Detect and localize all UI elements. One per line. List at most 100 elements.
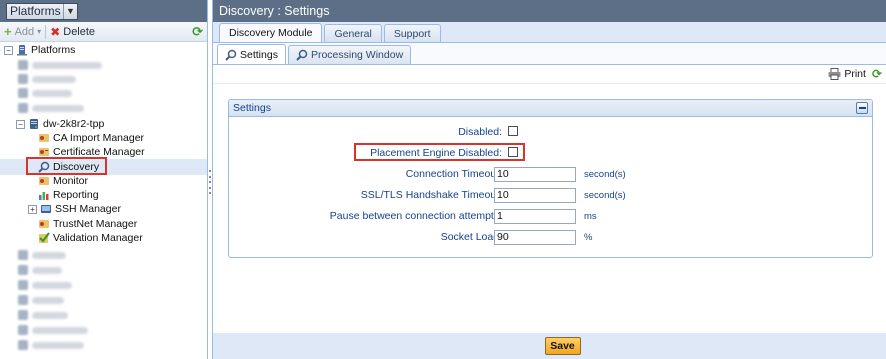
tree-node-label: CA Import Manager (53, 132, 145, 144)
chevron-down-icon[interactable]: ▼ (63, 3, 77, 19)
add-button[interactable]: + Add ▾ (4, 24, 41, 39)
server-icon (18, 74, 28, 84)
disabled-checkbox[interactable] (508, 126, 518, 136)
trustnet-icon (38, 218, 50, 230)
server-icon (18, 340, 28, 350)
tab-settings[interactable]: Settings (217, 44, 286, 64)
server-icon (18, 310, 28, 320)
server-icon (28, 118, 40, 130)
connection-timeout-input[interactable] (494, 166, 576, 182)
server-icon (18, 60, 28, 70)
form-footer: Save (213, 333, 886, 359)
platform-tree: − Platforms − dw-2k8r2-tpp CA Import Man… (0, 43, 207, 359)
tree-node-redacted[interactable] (18, 248, 66, 262)
add-button-label: Add (14, 25, 35, 38)
tree-node-redacted[interactable] (18, 308, 68, 322)
fieldset-title: Settings (233, 102, 271, 114)
tree-node-label: Platforms (31, 44, 76, 56)
tree-node-ca-import-manager[interactable]: CA Import Manager (38, 131, 144, 145)
tree-node-trustnet-manager[interactable]: TrustNet Manager (38, 217, 137, 231)
redacted-label (32, 326, 88, 334)
collapse-icon[interactable]: − (4, 45, 13, 55)
platform-select-value: Platforms (10, 4, 61, 18)
tree-node-label: Monitor (53, 175, 89, 187)
module-tabs: Discovery Module General Support (213, 22, 886, 43)
server-icon (18, 88, 28, 98)
save-button[interactable]: Save (544, 337, 581, 355)
tab-support[interactable]: Support (383, 24, 441, 42)
tab-settings-label: Settings (240, 48, 278, 61)
socket-load-input[interactable] (494, 229, 576, 245)
handshake-timeout-input[interactable] (494, 187, 576, 203)
tree-node-redacted[interactable] (18, 293, 64, 307)
handshake-timeout-row: SSL/TLS Handshake Timeout: second(s) (229, 187, 874, 203)
refresh-icon[interactable]: ⟳ (192, 24, 203, 40)
collapse-icon[interactable]: − (16, 119, 25, 129)
placement-engine-row: Placement Engine Disabled: (229, 145, 874, 161)
server-icon (18, 280, 28, 290)
server-icon (18, 103, 28, 113)
tree-node-monitor[interactable]: Monitor (38, 174, 88, 188)
right-panel: Discovery : Settings Discovery Module Ge… (212, 0, 886, 359)
fieldset-header: Settings (229, 100, 872, 117)
redacted-label (32, 341, 84, 349)
tab-general[interactable]: General (324, 24, 382, 42)
pause-input[interactable] (494, 208, 576, 224)
socket-load-unit: % (584, 231, 593, 243)
disabled-row: Disabled: (229, 124, 874, 140)
tree-node-redacted[interactable] (18, 58, 102, 72)
tree-node-label: Reporting (53, 189, 99, 201)
tree-node-redacted[interactable] (18, 72, 76, 86)
refresh-icon[interactable]: ⟳ (872, 67, 882, 81)
tree-node-redacted[interactable] (18, 323, 88, 337)
redacted-label (32, 61, 102, 69)
tree-node-ssh-manager[interactable]: + SSH Manager (28, 202, 121, 216)
redacted-label (32, 281, 72, 289)
content-toolbar: Print ⟳ (213, 65, 886, 84)
delete-button[interactable]: ✖ Delete (50, 25, 95, 39)
tree-node-redacted[interactable] (18, 86, 72, 100)
tab-processing-window-label: Processing Window (310, 49, 404, 61)
socket-load-row: Socket Load: % (229, 229, 874, 245)
checkmark-icon (38, 232, 50, 244)
redacted-label (32, 75, 76, 83)
tree-node-platforms[interactable]: − Platforms (4, 43, 75, 57)
magnifier-icon (296, 49, 308, 61)
tree-node-server[interactable]: − dw-2k8r2-tpp (16, 117, 104, 131)
tree-node-redacted[interactable] (18, 263, 62, 277)
server-icon (18, 250, 28, 260)
expand-icon[interactable]: + (28, 204, 37, 214)
redacted-label (32, 311, 68, 319)
ca-import-icon (38, 132, 50, 144)
redacted-label (32, 104, 84, 112)
handshake-timeout-label: SSL/TLS Handshake Timeout: (360, 189, 502, 201)
tree-node-redacted[interactable] (18, 278, 72, 292)
monitor-icon (38, 175, 50, 187)
left-panel: Platforms ▼ + Add ▾ ✖ Delete ⟳ − Platfor… (0, 0, 208, 359)
chevron-down-icon: ▾ (37, 27, 42, 36)
placement-engine-highlight-box (354, 143, 525, 161)
server-icon (18, 265, 28, 275)
platform-select[interactable]: Platforms ▼ (6, 2, 78, 20)
tab-discovery-module[interactable]: Discovery Module (219, 23, 323, 42)
settings-content: Print ⟳ Settings Disabled: Placement Eng… (213, 65, 886, 333)
left-panel-header: Platforms ▼ (0, 0, 207, 22)
tree-node-validation-manager[interactable]: Validation Manager (38, 231, 143, 245)
redacted-label (32, 89, 72, 97)
tree-node-redacted[interactable] (18, 338, 84, 352)
toolbar-separator (45, 24, 47, 39)
tree-node-redacted[interactable] (18, 101, 84, 115)
magnifier-icon (225, 49, 237, 61)
tab-processing-window[interactable]: Processing Window (287, 45, 412, 64)
tree-node-label: dw-2k8r2-tpp (43, 118, 105, 130)
connection-timeout-row: Connection Timeout: second(s) (229, 166, 874, 182)
settings-fieldset: Settings Disabled: Placement Engine Disa… (228, 99, 873, 258)
print-button[interactable]: Print (828, 68, 866, 80)
page-title: Discovery : Settings (213, 0, 886, 22)
socket-load-label: Socket Load: (440, 231, 502, 243)
server-icon (18, 295, 28, 305)
disabled-label: Disabled: (458, 126, 502, 138)
collapse-icon[interactable] (856, 102, 868, 114)
pause-label: Pause between connection attempts: (329, 210, 502, 222)
tree-node-reporting[interactable]: Reporting (38, 188, 99, 202)
